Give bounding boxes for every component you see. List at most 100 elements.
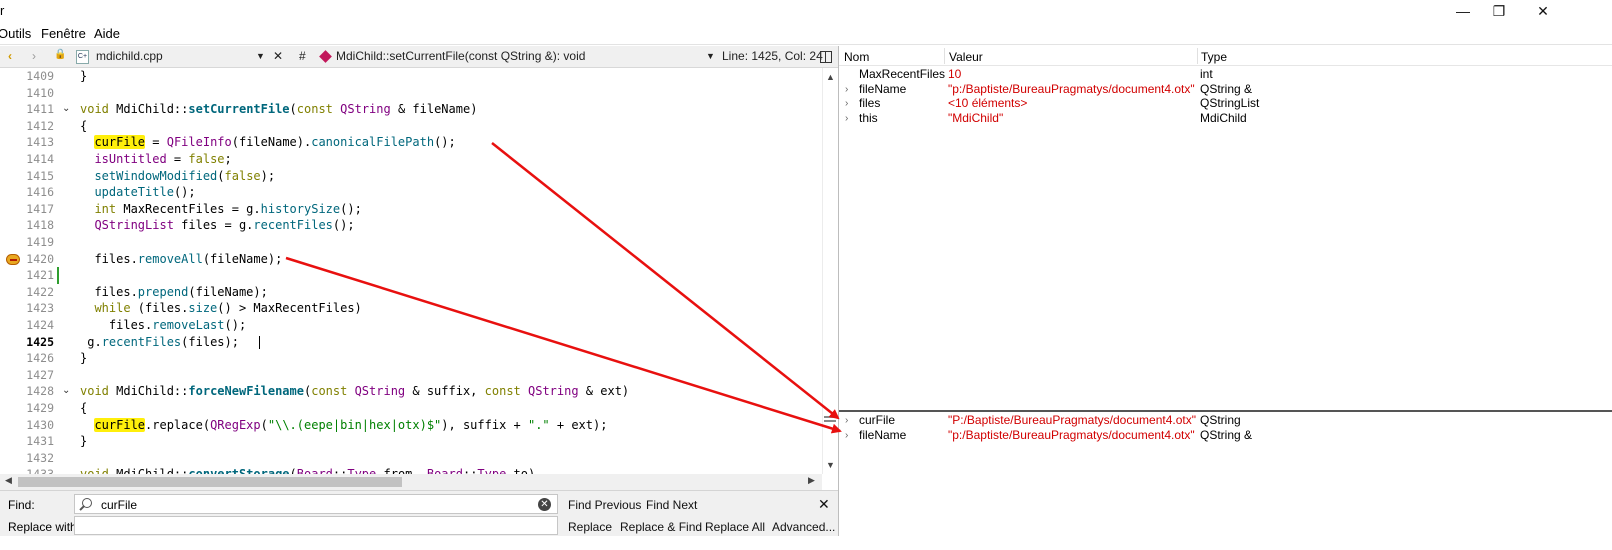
scroll-left-icon[interactable]: ◀ (5, 475, 12, 486)
watch-splitter[interactable] (839, 410, 1612, 412)
replace-all-button[interactable]: Replace All (705, 520, 765, 534)
vertical-scrollbar[interactable]: ▲ ▼ (822, 68, 838, 474)
line-number[interactable]: 1421 (0, 267, 54, 284)
code-line[interactable]: setWindowModified(false); (80, 168, 275, 185)
line-number[interactable]: 1412 (0, 118, 54, 135)
line-number[interactable]: 1409 (0, 68, 54, 85)
line-number[interactable]: 1428 (0, 383, 54, 400)
code-line[interactable]: files.removeLast(); (80, 317, 246, 334)
restore-button[interactable]: ❐ (1476, 0, 1522, 22)
code-line[interactable]: curFile.replace(QRegExp("\\.(eepe|bin|he… (80, 417, 607, 434)
close-find-icon[interactable]: ✕ (818, 496, 830, 513)
chevron-right-icon[interactable]: › (845, 413, 848, 428)
close-window-button[interactable]: ✕ (1520, 0, 1566, 22)
code-line[interactable]: g.recentFiles(files); (80, 334, 239, 351)
line-number[interactable]: 1425 (0, 334, 54, 351)
line-number[interactable]: 1411 (0, 101, 54, 118)
code-line[interactable]: files.removeAll(fileName); (80, 251, 282, 268)
line-number[interactable]: 1424 (0, 317, 54, 334)
code-line[interactable]: void MdiChild::forceNewFilename(const QS… (80, 383, 629, 400)
line-number[interactable]: 1427 (0, 367, 54, 384)
line-number[interactable]: 1414 (0, 151, 54, 168)
back-icon[interactable]: ‹ (8, 49, 12, 63)
menu-fenetre[interactable]: Fenêtre (41, 26, 86, 41)
code-line[interactable]: void MdiChild::setCurrentFile(const QStr… (80, 101, 477, 118)
replace-button[interactable]: Replace (568, 520, 612, 534)
code-line[interactable]: isUntitled = false; (80, 151, 231, 168)
watch-value: "P:/Baptiste/BureauPragmatys/document4.o… (948, 413, 1196, 427)
fold-chevron-icon[interactable]: ⌄ (62, 383, 72, 400)
code-line[interactable]: files.prepend(fileName); (80, 284, 267, 301)
line-number[interactable]: 1432 (0, 450, 54, 467)
line-number[interactable]: 1433 (0, 466, 54, 474)
find-previous-button[interactable]: Find Previous (568, 498, 641, 512)
chevron-right-icon[interactable]: › (845, 428, 848, 443)
line-number[interactable]: 1419 (0, 234, 54, 251)
replace-and-find-button[interactable]: Replace & Find (620, 520, 702, 534)
find-input[interactable]: curFile ✕ (74, 494, 558, 514)
clear-icon[interactable]: ✕ (538, 498, 551, 511)
column-divider[interactable] (944, 48, 945, 64)
line-number[interactable]: 1430 (0, 417, 54, 434)
scroll-down-icon[interactable]: ▼ (826, 460, 835, 470)
line-number[interactable]: 1416 (0, 184, 54, 201)
find-next-button[interactable]: Find Next (646, 498, 697, 512)
fold-chevron-icon[interactable]: ⌄ (62, 101, 72, 118)
line-number[interactable]: 1410 (0, 85, 54, 102)
lock-icon[interactable]: 🔒 (54, 49, 66, 60)
line-number[interactable]: 1417 (0, 201, 54, 218)
menu-aide[interactable]: Aide (94, 26, 120, 41)
scroll-right-icon[interactable]: ▶ (808, 475, 815, 486)
replace-input[interactable] (74, 516, 558, 535)
forward-icon[interactable]: › (32, 49, 36, 63)
menu-outils[interactable]: Outils (0, 26, 31, 41)
var-name: MaxRecentFiles (859, 67, 946, 81)
line-number[interactable]: 1426 (0, 350, 54, 367)
header-type[interactable]: Type (1201, 50, 1227, 64)
hash-icon[interactable]: # (299, 49, 306, 63)
line-number[interactable]: 1429 (0, 400, 54, 417)
horizontal-scroll-thumb[interactable] (18, 477, 402, 487)
code-editor[interactable]: 1409 1410 1411 1412 1413 1414 1415 1416 1417 1418… (0, 68, 822, 474)
file-selector[interactable]: mdichild.cpp (96, 49, 163, 63)
chevron-down-icon[interactable]: ▼ (256, 51, 265, 61)
breakpoint-arrow-icon[interactable] (6, 253, 20, 265)
code-line[interactable]: updateTitle(); (80, 184, 195, 201)
var-name: fileName (859, 82, 907, 96)
symbol-selector[interactable]: MdiChild::setCurrentFile(const QString &… (336, 49, 585, 63)
code-line[interactable]: curFile = QFileInfo(fileName).canonicalF… (80, 134, 456, 151)
code-line[interactable]: int MaxRecentFiles = g.historySize(); (80, 201, 361, 218)
split-icon[interactable] (820, 51, 832, 63)
line-number-gutter: 1409 1410 1411 1412 1413 1414 1415 1416 1417 1418… (0, 68, 58, 474)
code-line[interactable]: void MdiChild::convertStorage(Board::Typ… (80, 466, 535, 474)
symbol-chevron-down-icon[interactable]: ▼ (706, 51, 715, 61)
column-divider[interactable] (1197, 48, 1198, 64)
chevron-right-icon[interactable]: › (845, 111, 848, 126)
line-number[interactable]: 1418 (0, 217, 54, 234)
line-number[interactable]: 1422 (0, 284, 54, 301)
scroll-up-icon[interactable]: ▲ (826, 72, 835, 82)
header-value[interactable]: Valeur (949, 50, 983, 64)
code-line[interactable]: } (80, 433, 87, 450)
code-line[interactable]: while (files.size() > MaxRecentFiles) (80, 300, 361, 317)
code-line[interactable]: { (80, 118, 87, 135)
horizontal-scrollbar[interactable]: ◀ ▶ (0, 474, 822, 490)
chevron-right-icon[interactable]: › (845, 82, 848, 97)
line-number[interactable]: 1423 (0, 300, 54, 317)
close-document-icon[interactable]: ✕ (273, 49, 283, 63)
cursor-position[interactable]: Line: 1425, Col: 24 (722, 49, 823, 63)
code-line[interactable]: } (80, 350, 87, 367)
header-name[interactable]: Nom (844, 50, 869, 64)
advanced-button[interactable]: Advanced... (772, 520, 835, 534)
line-number[interactable]: 1431 (0, 433, 54, 450)
var-value: <10 éléments> (948, 96, 1028, 110)
watch-type: QString (1200, 413, 1241, 427)
line-number[interactable]: 1413 (0, 134, 54, 151)
code-line[interactable]: QStringList files = g.recentFiles(); (80, 217, 354, 234)
code-line[interactable]: { (80, 400, 87, 417)
code-line[interactable]: } (80, 68, 87, 85)
pane-splitter[interactable] (838, 46, 839, 536)
chevron-right-icon[interactable]: › (845, 96, 848, 111)
text-cursor (259, 335, 260, 349)
line-number[interactable]: 1415 (0, 168, 54, 185)
